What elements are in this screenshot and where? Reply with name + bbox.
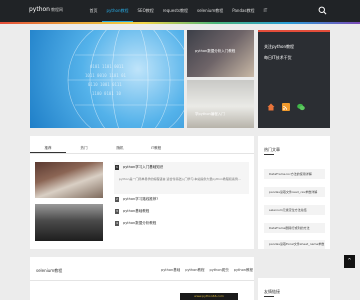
- search-icon[interactable]: [318, 6, 327, 15]
- tab-recommended[interactable]: 推荐: [30, 144, 66, 153]
- rss-icon[interactable]: [282, 103, 290, 111]
- featured-desc: python是一门简单易学的编程语言,适合零基础入门学习,本站提供大量pytho…: [119, 177, 241, 181]
- list-label: python数据分析教程: [123, 221, 157, 225]
- profile-accent-bar: [258, 30, 330, 32]
- featured-thumb-1[interactable]: python数据分析入门教程: [187, 30, 254, 77]
- featured-article[interactable]: 1 python学习入门基础知识 python是一门简单易学的编程语言,适合零基…: [114, 162, 249, 194]
- nav-item-pandas[interactable]: Pandas教程: [228, 0, 259, 22]
- profile-line-1: 关注python教程: [264, 44, 294, 49]
- article-image-dark[interactable]: [35, 204, 103, 241]
- section-thumb[interactable]: www.python66.com: [180, 293, 238, 300]
- list-rank: 2: [115, 197, 119, 202]
- main-nav: 首页 python教程 SEO教程 requests教程 selenium教程 …: [85, 0, 272, 22]
- hero-banner[interactable]: 0101 1101 0011 1011 0010 1101 01 0110 10…: [30, 30, 184, 128]
- list-label: python学习路线推荐?: [123, 197, 159, 201]
- svg-text:0101 1101 0011: 0101 1101 0011: [90, 64, 124, 69]
- thumb-2-title: 学python编程入门: [195, 112, 225, 116]
- section-title: selenium教程: [36, 268, 63, 273]
- featured-thumb-2[interactable]: 学python编程入门: [187, 80, 254, 128]
- nav-item-it[interactable]: IT: [259, 0, 272, 22]
- hot-article-item[interactable]: pandas读取Excel文件sheet_name参数: [264, 240, 325, 249]
- svg-text:0110 1001 0111: 0110 1001 0111: [88, 82, 122, 87]
- nav-item-requests[interactable]: requests教程: [158, 0, 192, 22]
- hot-article-item[interactable]: selenium元素定位方法总结: [264, 205, 325, 215]
- tab-random[interactable]: 随机: [102, 144, 138, 153]
- site-logo[interactable]: python教程网: [29, 6, 63, 13]
- hero-globe-art: 0101 1101 0011 1011 0010 1101 01 0110 10…: [67, 30, 184, 128]
- featured-title: python学习入门基础知识: [123, 165, 164, 169]
- section-link[interactable]: python教程: [234, 268, 253, 273]
- color-strip: [0, 22, 360, 24]
- article-tabs: 推荐 热门 随机 IT教程: [30, 144, 254, 154]
- title-underline: [264, 296, 274, 297]
- nav-item-home[interactable]: 首页: [85, 0, 102, 22]
- back-to-top-button[interactable]: ^: [344, 255, 355, 268]
- nav-item-python[interactable]: python教程: [102, 0, 133, 22]
- hot-articles-title: 热门文章: [264, 147, 280, 152]
- featured-rank: 1: [115, 165, 119, 170]
- list-label: python基础教程: [123, 209, 150, 213]
- links-card: 友情链接: [258, 278, 330, 300]
- profile-card: 关注python教程 每日IT技术干货: [258, 30, 330, 128]
- article-tabs-card: 推荐 热门 随机 IT教程 1 python学习入门基础知识 python是一门…: [30, 136, 254, 249]
- section-divider: [30, 280, 254, 281]
- wechat-icon[interactable]: [297, 103, 305, 111]
- svg-text:1100 0101 10: 1100 0101 10: [92, 91, 121, 96]
- selenium-section-card: selenium教程 python基础 python教程 python爬虫 py…: [30, 257, 254, 300]
- profile-line-2: 每日IT技术干货: [264, 55, 292, 60]
- section-links: python基础 python教程 python爬虫 python教程: [161, 268, 253, 273]
- section-link[interactable]: python爬虫: [210, 268, 229, 273]
- section-link[interactable]: python教程: [185, 268, 204, 273]
- hot-article-item[interactable]: DataFrame删除行或列的方法: [264, 223, 325, 233]
- top-navbar: python教程网 首页 python教程 SEO教程 requests教程 s…: [0, 0, 360, 22]
- nav-item-selenium[interactable]: selenium教程: [193, 0, 228, 22]
- hot-articles-card: 热门文章 DataFrame.loc方法的使用详解 pandas读取文件read…: [258, 136, 330, 249]
- logo-text: python: [29, 6, 50, 13]
- list-rank: 3: [115, 209, 119, 214]
- section-link[interactable]: python基础: [161, 268, 180, 273]
- article-image-books[interactable]: [35, 162, 103, 198]
- nav-item-seo[interactable]: SEO教程: [133, 0, 158, 22]
- hot-article-item[interactable]: pandas读取文件read_csv参数详解: [264, 187, 325, 197]
- links-title: 友情链接: [264, 289, 280, 294]
- tab-it[interactable]: IT教程: [138, 144, 174, 153]
- tab-popular[interactable]: 热门: [66, 144, 102, 153]
- thumb-1-title: python数据分析入门教程: [195, 49, 236, 53]
- svg-text:1011 0010 1101 01: 1011 0010 1101 01: [85, 73, 127, 78]
- title-underline: [264, 154, 274, 155]
- logo-suffix: 教程网: [51, 7, 63, 12]
- list-rank: 4: [115, 221, 119, 226]
- hot-article-item[interactable]: DataFrame.loc方法的使用详解: [264, 169, 325, 179]
- home-icon[interactable]: [267, 103, 275, 111]
